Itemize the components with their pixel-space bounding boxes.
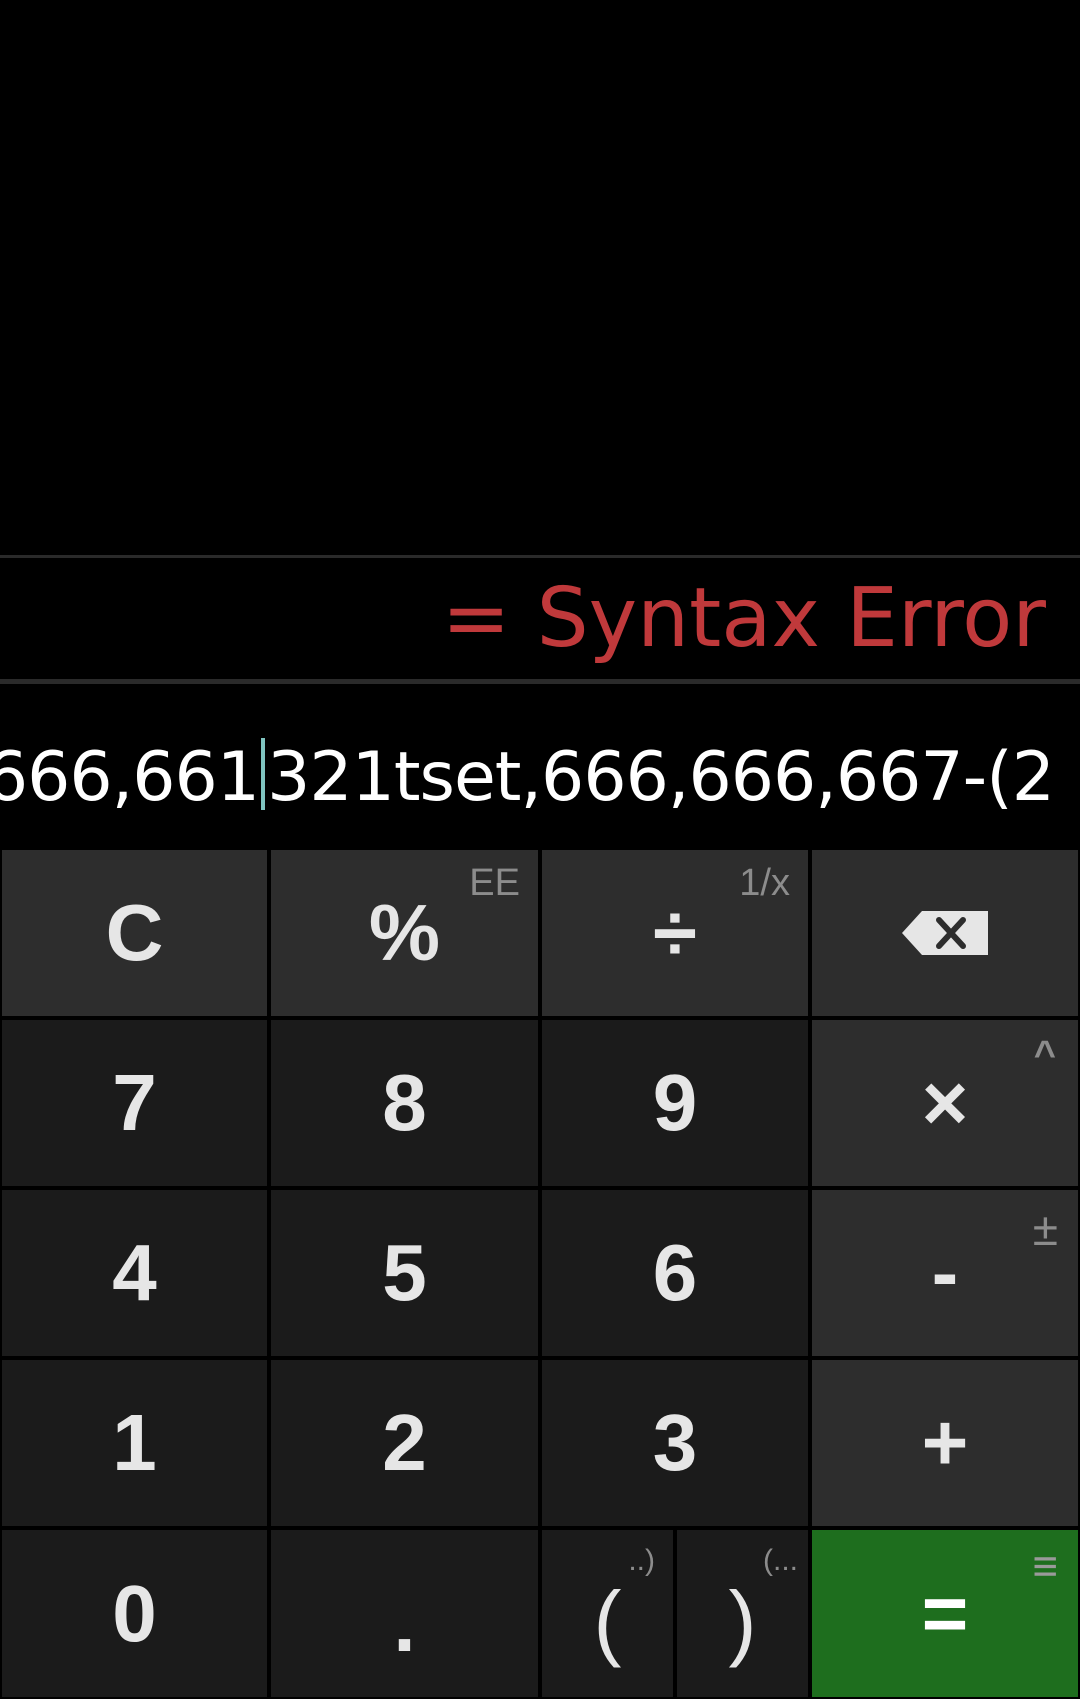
result-display: = Syntax Error: [0, 558, 1080, 678]
close-paren-button[interactable]: ) (...: [677, 1530, 808, 1697]
digit-3-label: 3: [652, 1398, 698, 1487]
digit-9-button[interactable]: 9: [542, 1020, 808, 1186]
digit-5-label: 5: [382, 1228, 427, 1317]
digit-7-label: 7: [112, 1058, 157, 1147]
digit-1-button[interactable]: 1: [2, 1360, 267, 1526]
equals-label: =: [921, 1568, 969, 1658]
backspace-icon: [902, 911, 988, 955]
digit-7-button[interactable]: 7: [2, 1020, 267, 1186]
percent-button[interactable]: % EE: [271, 850, 538, 1016]
percent-label: %: [368, 888, 441, 977]
menu-icon: ≡: [1032, 1542, 1058, 1591]
digit-8-button[interactable]: 8: [271, 1020, 538, 1186]
divide-alt-label: 1/x: [739, 862, 790, 904]
minus-button[interactable]: - ±: [812, 1190, 1078, 1356]
close-paren-label: ): [728, 1574, 757, 1668]
digit-8-label: 8: [382, 1058, 427, 1147]
expression-input[interactable]: ,666,661321tset,666,666,667-(2: [0, 684, 1080, 848]
clear-button[interactable]: C: [2, 850, 267, 1016]
digit-0-button[interactable]: 0: [2, 1530, 267, 1697]
expression-after-cursor: 321tset,666,666,667-(2: [267, 738, 1055, 817]
percent-alt-label: EE: [469, 862, 520, 904]
expression-before-cursor: ,666,661: [0, 738, 260, 817]
equals-button[interactable]: = ≡: [812, 1530, 1078, 1697]
digit-2-button[interactable]: 2: [271, 1360, 538, 1526]
digit-4-button[interactable]: 4: [2, 1190, 267, 1356]
power-alt-label: ^: [1033, 1034, 1056, 1076]
divide-button[interactable]: ÷ 1/x: [542, 850, 808, 1016]
open-paren-alt-label: ..): [628, 1544, 655, 1577]
multiply-button[interactable]: × ^: [812, 1020, 1078, 1186]
divide-label: ÷: [653, 888, 697, 977]
expression-text[interactable]: ,666,661321tset,666,666,667-(2: [0, 738, 1055, 817]
multiply-label: ×: [921, 1058, 969, 1147]
open-paren-label: (: [593, 1574, 622, 1668]
text-cursor: [261, 738, 266, 810]
digit-4-label: 4: [112, 1228, 157, 1317]
keypad: C % EE ÷ 1/x 7 8 9 × ^ 4 5 6 - ± 1 2 3 +…: [0, 848, 1080, 1699]
digit-6-button[interactable]: 6: [542, 1190, 808, 1356]
decimal-label: .: [393, 1578, 416, 1668]
history-area: [0, 0, 1080, 555]
minus-label: -: [931, 1228, 959, 1317]
decimal-button[interactable]: .: [271, 1530, 538, 1697]
digit-1-label: 1: [112, 1398, 157, 1487]
digit-3-button[interactable]: 3: [542, 1360, 808, 1526]
clear-label: C: [105, 888, 164, 977]
backspace-button[interactable]: [812, 850, 1078, 1016]
plus-button[interactable]: +: [812, 1360, 1078, 1526]
digit-5-button[interactable]: 5: [271, 1190, 538, 1356]
digit-0-label: 0: [112, 1568, 157, 1658]
digit-6-label: 6: [652, 1228, 698, 1317]
close-paren-alt-label: (...: [763, 1544, 798, 1577]
digit-2-label: 2: [382, 1398, 427, 1487]
plus-minus-alt-label: ±: [1032, 1203, 1058, 1255]
digit-9-label: 9: [652, 1058, 698, 1147]
result-text: = Syntax Error: [441, 570, 1046, 666]
open-paren-button[interactable]: ( ..): [542, 1530, 673, 1697]
plus-label: +: [921, 1398, 969, 1487]
